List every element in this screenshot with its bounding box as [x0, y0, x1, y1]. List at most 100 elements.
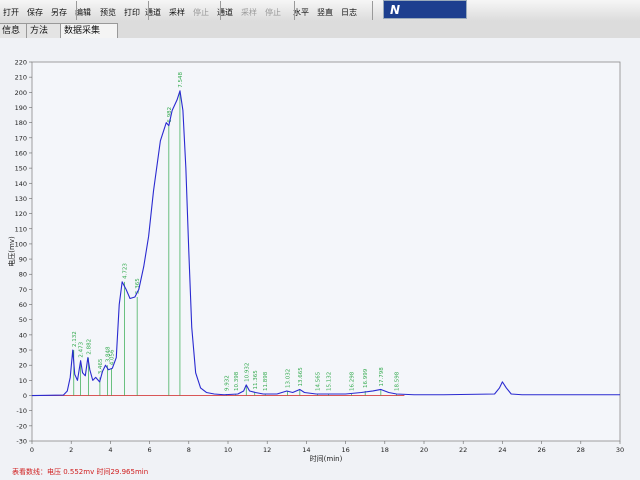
- save-as-button[interactable]: 另存: [48, 0, 70, 21]
- y-tick-label: 40: [19, 331, 27, 339]
- x-tick-label: 2: [69, 446, 73, 454]
- peak-label: 13.665: [298, 367, 304, 387]
- x-tick-label: 4: [108, 446, 112, 454]
- toolbar-button-label: 停止: [265, 8, 281, 17]
- y-tick-label: 190: [15, 104, 27, 112]
- vertical-button[interactable]: 竖直: [314, 0, 336, 21]
- y-tick-label: -20: [16, 422, 27, 430]
- peak-label: 2.132: [72, 331, 78, 347]
- toolbar-separator: [148, 1, 149, 20]
- chromatography-app: 打开 保存 另存 编辑 预览 打印 通道 采样 停止 通道 采样 停止 水平 竖直 日志 N 信息 方法 数据采集…: [0, 0, 640, 480]
- peak-label: 16.999: [363, 368, 369, 388]
- peak-label: 16.298: [349, 371, 355, 391]
- x-tick-label: 6: [148, 446, 152, 454]
- toolbar-separator: [372, 1, 373, 20]
- x-tick-label: 0: [30, 446, 34, 454]
- toolbar-button-label: 打印: [124, 8, 140, 17]
- y-tick-label: 90: [19, 256, 27, 264]
- x-tick-label: 8: [187, 446, 191, 454]
- tab-bar: 信息 方法 数据采集: [0, 21, 640, 39]
- chromatogram-chart: -30-20-100102030405060708090100110120130…: [7, 59, 624, 464]
- y-tick-label: 70: [19, 286, 27, 294]
- y-tick-label: 50: [19, 316, 27, 324]
- peak-label: 11.898: [263, 371, 269, 391]
- y-tick-label: 80: [19, 271, 27, 279]
- peak-label: 18.598: [395, 371, 401, 391]
- y-tick-label: 110: [15, 225, 27, 233]
- x-tick-label: 14: [302, 446, 310, 454]
- peak-label: 7.548: [178, 72, 184, 88]
- y-tick-label: 130: [15, 195, 27, 203]
- sample-button[interactable]: 采样: [166, 0, 188, 21]
- toolbar-separator: [76, 1, 77, 20]
- status-readout: 表看数线：电压 0.552mv 时间29.965min: [12, 468, 149, 476]
- open-button[interactable]: 打开: [0, 0, 22, 21]
- peak-label: 2.473: [78, 341, 84, 357]
- y-tick-label: 210: [15, 74, 27, 82]
- x-tick-label: 30: [616, 446, 624, 454]
- toolbar-button-label: 另存: [51, 8, 67, 17]
- y-tick-label: 10: [19, 377, 27, 385]
- tab-method[interactable]: 方法: [26, 23, 64, 38]
- app-logo: N: [383, 0, 467, 19]
- x-tick-label: 24: [498, 446, 506, 454]
- toolbar-button-label: 打开: [3, 8, 19, 17]
- y-tick-label: 170: [15, 134, 27, 142]
- peak-label: 13.032: [285, 369, 291, 388]
- x-tick-label: 20: [420, 446, 428, 454]
- peak-label: 10.398: [234, 371, 240, 391]
- preview-button[interactable]: 预览: [97, 0, 119, 21]
- y-tick-label: 150: [15, 165, 27, 173]
- x-tick-label: 18: [381, 446, 389, 454]
- channel-button-2[interactable]: 通道: [214, 0, 236, 21]
- toolbar-button-label: 水平: [293, 8, 309, 17]
- stop-button-2[interactable]: 停止: [262, 0, 284, 21]
- peak-label: 15.132: [327, 372, 333, 391]
- peak-label: 14.565: [315, 371, 321, 391]
- toolbar-button-label: 采样: [241, 8, 257, 17]
- y-axis-label: 电压(mv): [7, 236, 16, 267]
- x-tick-label: 12: [263, 446, 271, 454]
- toolbar-button-label: 保存: [27, 8, 43, 17]
- y-tick-label: 160: [15, 149, 27, 157]
- peak-label: 4.723: [123, 263, 129, 279]
- sample-button-2[interactable]: 采样: [238, 0, 260, 21]
- toolbar: 打开 保存 另存 编辑 预览 打印 通道 采样 停止 通道 采样 停止 水平 竖直 日志 N: [0, 0, 640, 22]
- peak-label: 10.932: [244, 363, 250, 382]
- toolbar-button-label: 日志: [341, 8, 357, 17]
- y-tick-label: 60: [19, 301, 27, 309]
- y-tick-label: 0: [23, 392, 27, 400]
- y-tick-label: 20: [19, 362, 27, 370]
- y-tick-label: 140: [15, 180, 27, 188]
- x-tick-label: 28: [577, 446, 585, 454]
- y-tick-label: -10: [16, 407, 27, 415]
- toolbar-button-label: 预览: [100, 8, 116, 17]
- peak-label: 17.798: [379, 367, 385, 387]
- x-tick-label: 16: [341, 446, 349, 454]
- y-tick-label: 220: [15, 59, 27, 67]
- toolbar-button-label: 停止: [193, 8, 209, 17]
- x-axis-label: 时间(min): [310, 454, 343, 463]
- print-button[interactable]: 打印: [121, 0, 143, 21]
- toolbar-button-label: 采样: [169, 8, 185, 17]
- log-button[interactable]: 日志: [338, 0, 360, 21]
- x-tick-label: 26: [537, 446, 545, 454]
- y-tick-label: -30: [16, 438, 27, 446]
- save-button[interactable]: 保存: [24, 0, 46, 21]
- peak-label: 2.882: [86, 339, 92, 355]
- stop-button[interactable]: 停止: [190, 0, 212, 21]
- toolbar-button-label: 编辑: [75, 8, 91, 17]
- peak-label: 9.932: [225, 375, 231, 391]
- y-tick-label: 200: [15, 89, 27, 97]
- y-tick-label: 180: [15, 119, 27, 127]
- toolbar-separator: [294, 1, 295, 20]
- peak-label: 11.365: [253, 370, 259, 390]
- channel-button[interactable]: 通道: [142, 0, 164, 21]
- chart-area: -30 -20 -10 0 10 20 30 40 50 60 70 80 90 100 110 120 130…: [0, 38, 640, 480]
- y-tick-label: 100: [15, 240, 27, 248]
- toolbar-button-label: 竖直: [317, 8, 333, 17]
- x-tick-label: 22: [459, 446, 467, 454]
- x-tick-label: 10: [224, 446, 232, 454]
- peak-label: 3.465: [98, 358, 104, 374]
- tab-data-acquisition[interactable]: 数据采集: [60, 23, 118, 38]
